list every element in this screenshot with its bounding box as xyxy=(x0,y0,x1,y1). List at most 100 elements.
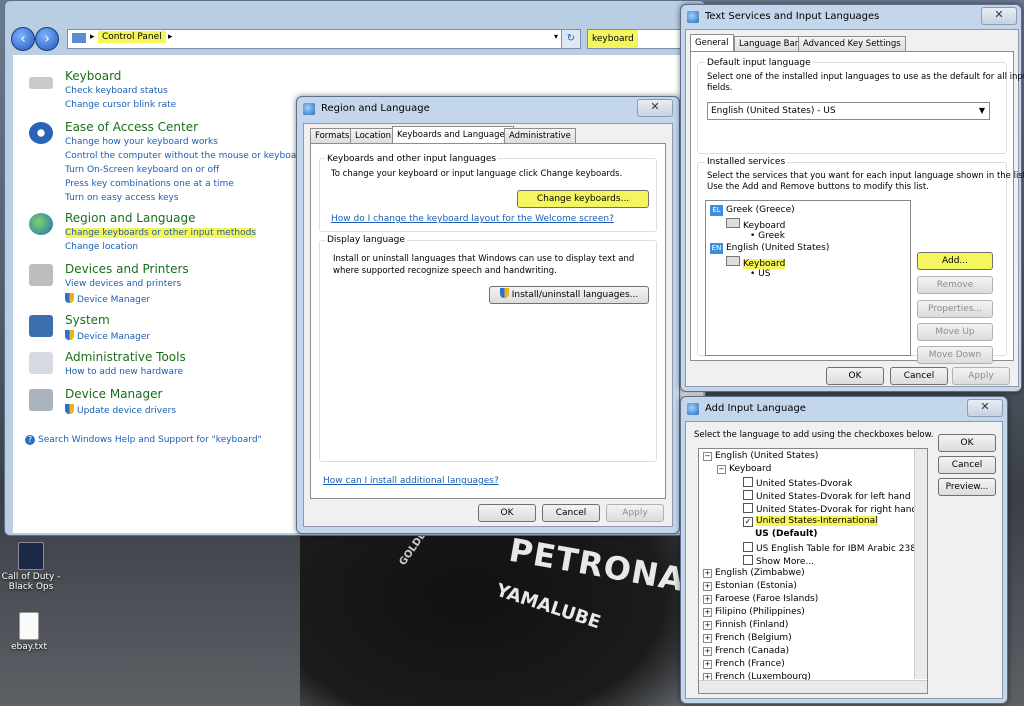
category-title[interactable]: Device Manager xyxy=(65,387,162,401)
checkbox[interactable] xyxy=(743,477,753,487)
checkbox[interactable] xyxy=(743,555,753,565)
tree-language[interactable]: + Faroese (Faroe Islands) xyxy=(703,594,818,604)
install-languages-button[interactable]: Install/uninstall languages... xyxy=(489,286,649,304)
remove-button[interactable]: Remove xyxy=(917,276,993,294)
properties-button[interactable]: Properties... xyxy=(917,300,993,318)
tab-keyboards-languages[interactable]: Keyboards and Languages xyxy=(392,126,515,144)
tree-language[interactable]: + French (Canada) xyxy=(703,646,789,656)
collapse-icon[interactable]: − xyxy=(703,452,712,461)
tab-location[interactable]: Location xyxy=(350,128,396,143)
close-icon[interactable]: ✕ xyxy=(637,99,673,117)
tree-language-greek[interactable]: EL Greek (Greece) xyxy=(710,205,795,216)
tree-group[interactable]: − Keyboard xyxy=(717,464,771,474)
expand-icon[interactable]: + xyxy=(703,647,712,656)
tree-language[interactable]: − English (United States) xyxy=(703,451,818,461)
checkbox[interactable] xyxy=(743,542,753,552)
expand-icon[interactable]: + xyxy=(703,634,712,643)
category-title[interactable]: Keyboard xyxy=(65,69,121,83)
category-link[interactable]: Check keyboard status xyxy=(65,86,168,96)
category-link[interactable]: How to add new hardware xyxy=(65,367,183,377)
tab-language-bar[interactable]: Language Bar xyxy=(734,36,804,51)
checkbox-checked[interactable]: ✓ xyxy=(743,517,753,527)
tree-show-more[interactable]: Show More... xyxy=(743,555,814,567)
tree-language[interactable]: + French (Belgium) xyxy=(703,633,792,643)
help-search-link[interactable]: ? Search Windows Help and Support for "ke… xyxy=(25,435,262,445)
tree-keyboard-group[interactable]: Keyboard xyxy=(726,218,785,231)
change-keyboards-button[interactable]: Change keyboards... xyxy=(517,190,649,208)
tree-keyboard-option[interactable]: United States-Dvorak for left hand xyxy=(743,490,911,502)
close-icon[interactable]: ✕ xyxy=(967,399,1003,417)
tree-keyboard-option[interactable]: US (Default) xyxy=(755,529,818,539)
category-title[interactable]: Region and Language xyxy=(65,211,196,225)
apply-button[interactable]: Apply xyxy=(606,504,664,522)
expand-icon[interactable]: + xyxy=(703,582,712,591)
tree-keyboard-option[interactable]: US English Table for IBM Arabic 238_L xyxy=(743,542,925,554)
tree-language-english[interactable]: EN English (United States) xyxy=(710,243,829,254)
category-link[interactable]: Device Manager xyxy=(65,293,150,305)
tree-keyboard-group[interactable]: Keyboard xyxy=(726,256,786,269)
install-additional-languages-link[interactable]: How can I install additional languages? xyxy=(323,476,499,486)
add-button[interactable]: Add... xyxy=(917,252,993,270)
forward-arrow-icon[interactable]: › xyxy=(35,27,59,51)
category-link[interactable]: Update device drivers xyxy=(65,404,176,416)
expand-icon[interactable]: + xyxy=(703,595,712,604)
tab-administrative[interactable]: Administrative xyxy=(504,128,576,143)
move-up-button[interactable]: Move Up xyxy=(917,323,993,341)
back-arrow-icon[interactable]: ‹ xyxy=(11,27,35,51)
tab-formats[interactable]: Formats xyxy=(310,128,355,143)
apply-button[interactable]: Apply xyxy=(952,367,1010,385)
cancel-button[interactable]: Cancel xyxy=(938,456,996,474)
horizontal-scrollbar[interactable] xyxy=(699,680,927,693)
category-title[interactable]: System xyxy=(65,313,110,327)
language-tree[interactable]: − English (United States) − Keyboard Unite… xyxy=(698,448,928,694)
desktop-icon-ebay-txt[interactable]: ebay.txt xyxy=(0,612,64,652)
category-link[interactable]: Turn on easy access keys xyxy=(65,193,179,203)
tree-keyboard-option[interactable]: United States-Dvorak xyxy=(743,477,852,489)
expand-icon[interactable]: + xyxy=(703,608,712,617)
category-title[interactable]: Administrative Tools xyxy=(65,350,186,364)
refresh-icon[interactable]: ↻ xyxy=(561,29,581,49)
category-link[interactable]: Device Manager xyxy=(65,330,150,342)
breadcrumb[interactable]: Control Panel xyxy=(98,31,166,43)
vertical-scrollbar[interactable] xyxy=(914,449,927,679)
cancel-button[interactable]: Cancel xyxy=(890,367,948,385)
checkbox[interactable] xyxy=(743,503,753,513)
category-link[interactable]: Change cursor blink rate xyxy=(65,100,176,110)
tree-keyboard-item[interactable]: • Greek xyxy=(750,231,785,241)
ok-button[interactable]: OK xyxy=(938,434,996,452)
expand-icon[interactable]: + xyxy=(703,621,712,630)
checkbox[interactable] xyxy=(743,490,753,500)
address-field[interactable]: ▸ Control Panel ▸ ▾ xyxy=(67,29,563,49)
category-link[interactable]: Turn On-Screen keyboard on or off xyxy=(65,165,219,175)
tree-language[interactable]: + Estonian (Estonia) xyxy=(703,581,797,591)
collapse-icon[interactable]: − xyxy=(717,465,726,474)
welcome-screen-link[interactable]: How do I change the keyboard layout for … xyxy=(331,214,614,224)
category-title[interactable]: Ease of Access Center xyxy=(65,120,198,134)
expand-icon[interactable]: + xyxy=(703,660,712,669)
tree-keyboard-item[interactable]: • US xyxy=(750,269,770,279)
tree-language[interactable]: + Finnish (Finland) xyxy=(703,620,788,630)
category-link[interactable]: Control the computer without the mouse o… xyxy=(65,151,306,161)
tree-language[interactable]: + Filipino (Philippines) xyxy=(703,607,805,617)
tab-general[interactable]: General xyxy=(690,34,734,52)
category-link[interactable]: View devices and printers xyxy=(65,279,181,289)
ok-button[interactable]: OK xyxy=(478,504,536,522)
category-link[interactable]: Change how your keyboard works xyxy=(65,137,218,147)
chevron-down-icon[interactable]: ▾ xyxy=(554,32,558,41)
installed-services-tree[interactable]: EL Greek (Greece) Keyboard • Greek EN Engl… xyxy=(705,200,911,356)
move-down-button[interactable]: Move Down xyxy=(917,346,993,364)
tree-language[interactable]: + English (Zimbabwe) xyxy=(703,568,805,578)
tab-advanced-key-settings[interactable]: Advanced Key Settings xyxy=(798,36,906,51)
cancel-button[interactable]: Cancel xyxy=(542,504,600,522)
expand-icon[interactable]: + xyxy=(703,569,712,578)
category-link[interactable]: Change keyboards or other input methods xyxy=(65,228,256,238)
default-language-select[interactable]: English (United States) - US ▼ xyxy=(707,102,990,120)
ok-button[interactable]: OK xyxy=(826,367,884,385)
close-icon[interactable]: ✕ xyxy=(981,7,1017,25)
tree-keyboard-option[interactable]: United States-Dvorak for right hand xyxy=(743,503,917,515)
tree-language[interactable]: + French (France) xyxy=(703,659,785,669)
category-title[interactable]: Devices and Printers xyxy=(65,262,189,276)
category-link[interactable]: Change location xyxy=(65,242,138,252)
desktop-icon-call-of-duty[interactable]: Call of Duty - Black Ops xyxy=(0,542,66,592)
tree-keyboard-option[interactable]: ✓ United States-International xyxy=(743,516,878,527)
